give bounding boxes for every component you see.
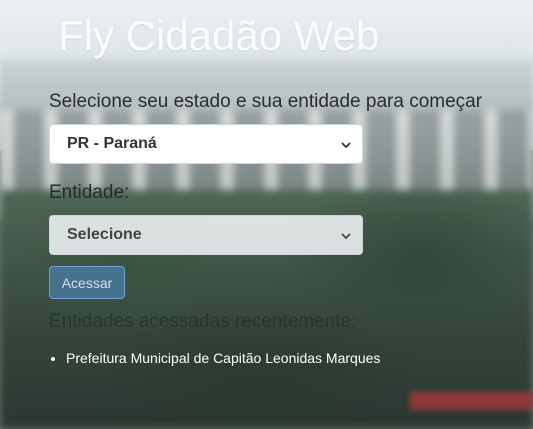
recent-entity-link[interactable]: Prefeitura Municipal de Capitão Leonidas… xyxy=(66,349,380,367)
recent-entities-list: Prefeitura Municipal de Capitão Leonidas… xyxy=(49,349,380,367)
entity-label: Entidade: xyxy=(49,182,130,203)
recent-entities-heading: Entidades acessadas recentemente: xyxy=(49,311,357,332)
instructions-text: Selecione seu estado e sua entidade para… xyxy=(49,91,483,112)
entity-select-value: Selecione xyxy=(67,226,142,243)
page-title: Fly Cidadão Web xyxy=(58,12,380,59)
access-button[interactable]: Acessar xyxy=(49,266,125,299)
state-select[interactable]: PR - Paraná xyxy=(49,124,363,164)
state-select-value: PR - Paraná xyxy=(67,135,157,152)
chevron-down-icon xyxy=(340,229,352,241)
chevron-down-icon xyxy=(340,138,352,150)
entity-select[interactable]: Selecione xyxy=(49,215,363,255)
